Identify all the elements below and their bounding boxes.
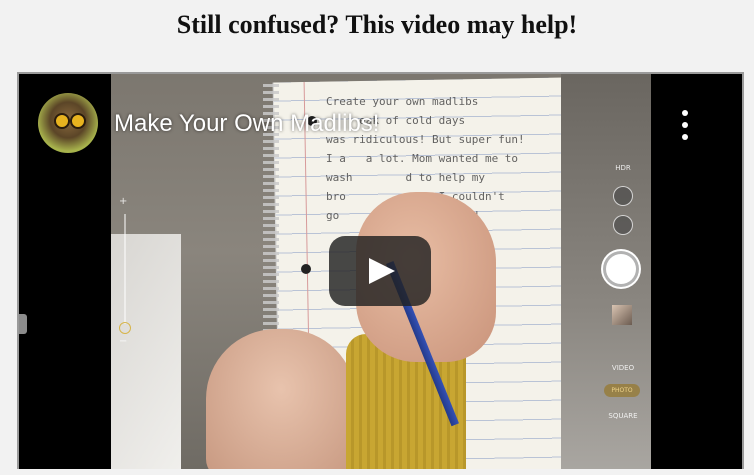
drag-handle — [19, 314, 27, 334]
owl-avatar-icon[interactable] — [38, 93, 98, 153]
pillarbox-right — [651, 74, 742, 469]
camera-video-label: VIDEO — [611, 364, 635, 372]
camera-timer-icon — [613, 186, 633, 206]
camera-hdr-label: HDR — [615, 164, 631, 172]
left-hand — [206, 329, 356, 469]
play-icon[interactable] — [329, 236, 431, 306]
camera-gallery-thumbnail — [612, 305, 632, 325]
camera-shutter-icon — [606, 254, 636, 284]
video-thumbnail[interactable]: Create your own madlibs eak of cold days… — [19, 74, 742, 469]
page-heading: Still confused? This video may help! — [176, 10, 578, 39]
zoom-minus-label: − — [119, 336, 128, 347]
zoom-plus-label: + — [119, 196, 128, 207]
video-embed[interactable]: Create your own madlibs eak of cold days… — [17, 72, 744, 469]
handwriting-line: wash d to help my — [326, 171, 485, 184]
camera-photo-label: PHOTO — [611, 387, 633, 394]
zoom-knob — [119, 322, 131, 334]
more-vert-icon[interactable] — [675, 110, 695, 140]
handwriting-line: Create your own madlibs — [326, 95, 479, 108]
camera-square-label: SQUARE — [608, 412, 638, 420]
notebook-hole — [301, 264, 311, 274]
background-paper — [111, 234, 181, 469]
owl-eye — [70, 113, 86, 129]
video-title[interactable]: Make Your Own Madlibs! — [114, 110, 379, 138]
owl-eye — [54, 113, 70, 129]
handwriting-line: I a a lot. Mom wanted me to — [326, 152, 519, 165]
zoom-track — [124, 214, 126, 324]
camera-switch-icon — [613, 215, 633, 235]
